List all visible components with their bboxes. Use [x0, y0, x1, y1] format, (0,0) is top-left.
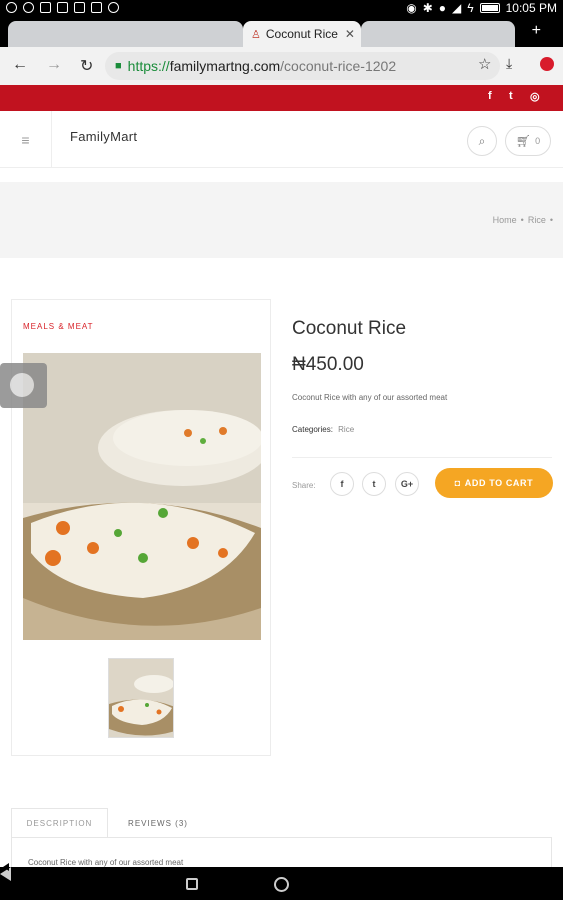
bookmark-star-icon[interactable]: ☆	[478, 55, 491, 73]
breadcrumb: Home • Rice •	[493, 215, 553, 225]
description-text: Coconut Rice with any of our assorted me…	[28, 858, 184, 867]
clock: 10:05 PM	[505, 1, 557, 15]
breadcrumb-home[interactable]: Home	[493, 215, 517, 225]
tab-reviews[interactable]: REVIEWS (3)	[108, 808, 208, 838]
lock-icon: ■	[115, 60, 122, 72]
facebook-icon[interactable]: f	[488, 90, 492, 102]
extension-icon[interactable]	[540, 57, 554, 71]
dnd-icon: ●	[438, 1, 447, 15]
product-main-image[interactable]	[23, 353, 261, 640]
wifi-icon: ◉	[406, 1, 417, 15]
breadcrumb-separator: •	[549, 215, 553, 225]
address-bar[interactable]: ■ https://familymartng.com/coconut-rice-…	[105, 52, 500, 80]
tab-title: Coconut Rice	[265, 27, 338, 41]
page-title-band: Home • Rice •	[0, 182, 563, 258]
url-scheme: https://	[127, 58, 170, 74]
whatsapp-icon	[6, 2, 17, 13]
battery-icon	[479, 3, 500, 13]
product-gallery: MEALS & MEAT	[11, 299, 271, 756]
coconut-rice-photo	[23, 353, 261, 640]
back-arrow-icon[interactable]: ←	[12, 56, 28, 74]
system-nav-bar	[0, 867, 563, 900]
bag-icon: ◘	[454, 478, 461, 488]
recents-icon[interactable]	[186, 878, 198, 890]
share-facebook-icon[interactable]: f	[330, 472, 354, 496]
forward-arrow-icon[interactable]: →	[46, 56, 62, 74]
product-tabs: DESCRIPTION REVIEWS (3) Coconut Rice wit…	[11, 808, 552, 877]
thumbnail-photo	[109, 659, 173, 737]
close-tab-icon[interactable]: ✕	[345, 27, 355, 41]
site-header: ≡ FamilyMart ⌕ 🛒︎ 0	[0, 111, 563, 168]
top-social-bar: f t ◎	[0, 85, 563, 111]
hamburger-menu-icon[interactable]: ≡	[0, 111, 52, 168]
cart-icon: 🛒︎	[515, 134, 532, 148]
new-tab-icon[interactable]: +	[532, 22, 541, 40]
home-icon[interactable]	[274, 877, 289, 892]
system-icons: ◉ ✱ ● ◢ ϟ 10:05 PM	[406, 1, 557, 15]
share-google-plus-icon[interactable]: G+	[395, 472, 419, 496]
back-icon[interactable]	[0, 867, 11, 881]
instagram-icon[interactable]: ◎	[530, 90, 540, 103]
breadcrumb-separator: •	[520, 215, 524, 225]
add-to-cart-button[interactable]: ◘ ADD TO CART	[435, 468, 553, 498]
music-icon	[108, 2, 119, 13]
photo-icon	[40, 2, 51, 13]
product-price: ₦450.00	[292, 354, 364, 375]
browser-tab-active[interactable]: ♙ Coconut Rice ✕	[243, 21, 361, 47]
categories-label: Categories:	[292, 425, 333, 434]
bluetooth-icon: ✱	[422, 1, 433, 15]
url-path: /coconut-rice-1202	[280, 58, 397, 74]
browser-tab[interactable]	[8, 21, 243, 47]
floating-assistive-button[interactable]	[0, 363, 47, 408]
site-favicon-icon: ♙	[251, 28, 261, 41]
tab-description[interactable]: DESCRIPTION	[11, 808, 108, 838]
browser-tab[interactable]	[361, 21, 515, 47]
cart-button[interactable]: 🛒︎ 0	[505, 126, 551, 156]
cart-count: 0	[535, 136, 541, 146]
product-short-description: Coconut Rice with any of our assorted me…	[292, 393, 448, 402]
signal-icon: ◢	[452, 1, 462, 15]
twitter-icon[interactable]: t	[509, 90, 513, 102]
breadcrumb-rice[interactable]: Rice	[528, 215, 546, 225]
status-bar: ◉ ✱ ● ◢ ϟ 10:05 PM	[0, 0, 563, 17]
product-category-tag[interactable]: MEALS & MEAT	[23, 322, 94, 331]
site-brand[interactable]: FamilyMart	[70, 129, 137, 144]
notification-icons	[6, 2, 119, 13]
download-page-icon[interactable]: ⤓	[506, 55, 512, 72]
browser-toolbar: ← → ↻ ■ https://familymartng.com/coconut…	[0, 47, 563, 85]
charging-icon: ϟ	[467, 1, 474, 15]
url-host: familymartng.com	[169, 58, 281, 74]
browser-tab-strip: ♙ Coconut Rice ✕ +	[0, 17, 563, 47]
download-icon	[91, 2, 102, 13]
product-categories: Categories: Rice	[292, 425, 354, 434]
mail-icon	[57, 2, 68, 13]
product-thumbnail[interactable]	[108, 658, 174, 738]
share-label: Share:	[292, 481, 316, 490]
search-icon[interactable]: ⌕	[467, 126, 497, 156]
app-icon	[23, 2, 34, 13]
divider	[292, 457, 552, 458]
share-twitter-icon[interactable]: t	[362, 472, 386, 496]
product-title: Coconut Rice	[292, 318, 407, 339]
add-to-cart-label: ADD TO CART	[464, 478, 534, 488]
reload-icon[interactable]: ↻	[80, 56, 93, 76]
category-link-rice[interactable]: Rice	[338, 425, 354, 434]
gallery-icon	[74, 2, 85, 13]
